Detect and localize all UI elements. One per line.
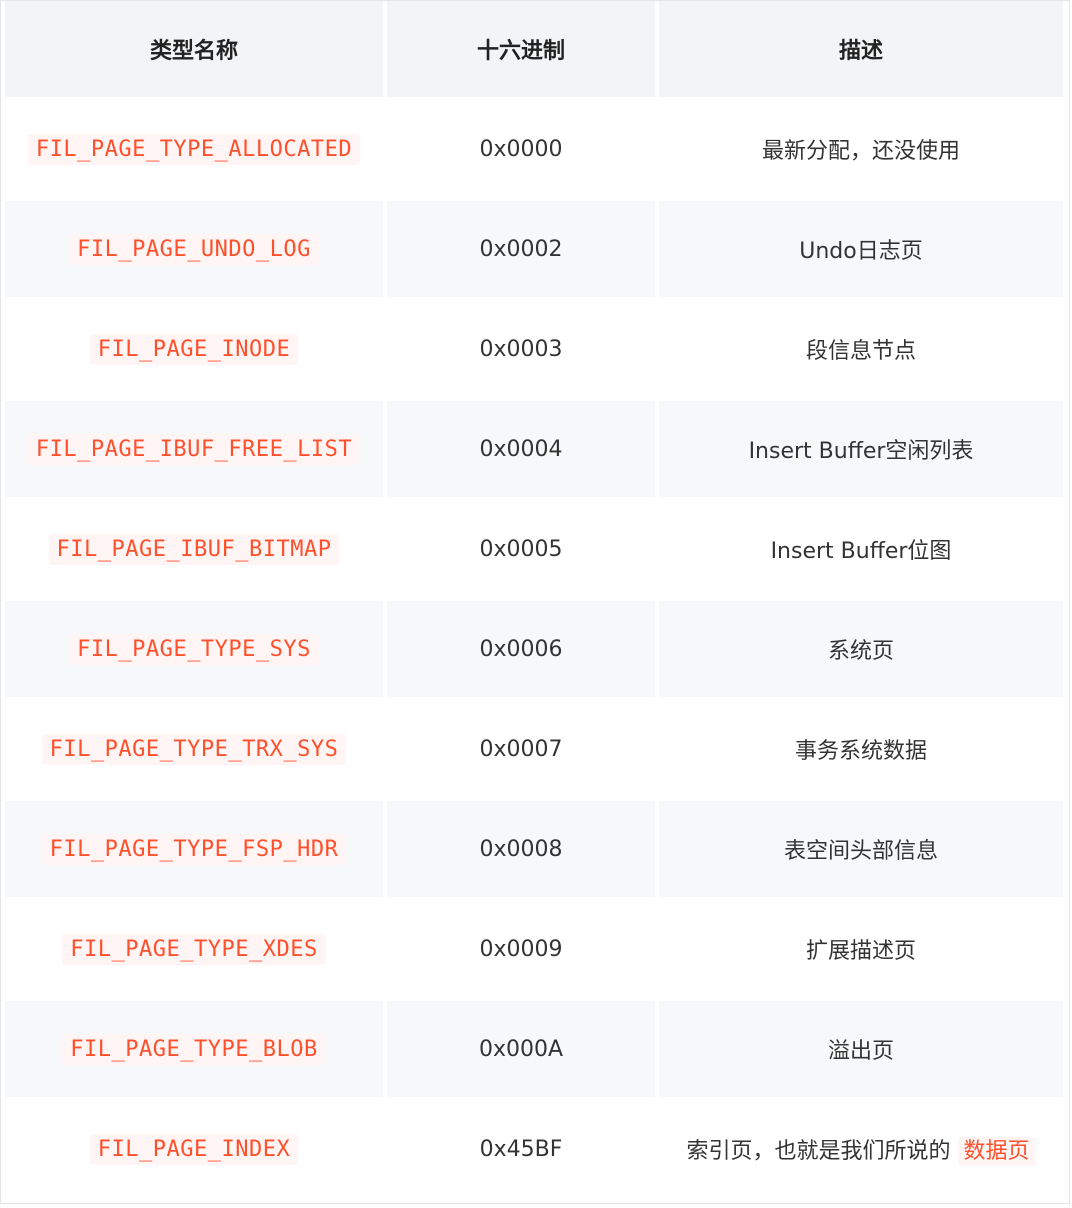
hex-cell: 0x0009 [387, 901, 655, 997]
type-name-cell: FIL_PAGE_INODE [5, 301, 383, 397]
table-row: FIL_PAGE_UNDO_LOG 0x0002 Undo日志页 [5, 201, 1063, 297]
type-name-code: FIL_PAGE_TYPE_FSP_HDR [41, 833, 347, 865]
description-cell: 索引页，也就是我们所说的 数据页 [659, 1101, 1063, 1197]
description-cell: 系统页 [659, 601, 1063, 697]
type-name-code: FIL_PAGE_TYPE_TRX_SYS [41, 733, 347, 765]
hex-cell: 0x0004 [387, 401, 655, 497]
hex-cell: 0x0005 [387, 501, 655, 597]
type-name-cell: FIL_PAGE_TYPE_FSP_HDR [5, 801, 383, 897]
header-description: 描述 [659, 1, 1063, 97]
type-name-cell: FIL_PAGE_TYPE_XDES [5, 901, 383, 997]
description-cell: 最新分配，还没使用 [659, 101, 1063, 197]
table-row: FIL_PAGE_TYPE_BLOB 0x000A 溢出页 [5, 1001, 1063, 1097]
header-hex: 十六进制 [387, 1, 655, 97]
table-row: FIL_PAGE_INODE 0x0003 段信息节点 [5, 301, 1063, 397]
type-name-cell: FIL_PAGE_INDEX [5, 1101, 383, 1197]
table-row: FIL_PAGE_TYPE_ALLOCATED 0x0000 最新分配，还没使用 [5, 101, 1063, 197]
description-cell: 事务系统数据 [659, 701, 1063, 797]
type-name-code: FIL_PAGE_TYPE_ALLOCATED [27, 133, 361, 165]
type-name-cell: FIL_PAGE_IBUF_BITMAP [5, 501, 383, 597]
description-cell: 段信息节点 [659, 301, 1063, 397]
type-name-code: FIL_PAGE_TYPE_BLOB [62, 1033, 326, 1065]
table-row: FIL_PAGE_TYPE_SYS 0x0006 系统页 [5, 601, 1063, 697]
hex-cell: 0x0000 [387, 101, 655, 197]
hex-cell: 0x0003 [387, 301, 655, 397]
header-type-name: 类型名称 [5, 1, 383, 97]
description-cell: Undo日志页 [659, 201, 1063, 297]
type-name-code: FIL_PAGE_UNDO_LOG [69, 233, 319, 265]
hex-cell: 0x0007 [387, 701, 655, 797]
type-name-code: FIL_PAGE_IBUF_BITMAP [48, 533, 340, 565]
type-name-code: FIL_PAGE_TYPE_SYS [69, 633, 319, 665]
description-cell: 扩展描述页 [659, 901, 1063, 997]
type-name-cell: FIL_PAGE_TYPE_BLOB [5, 1001, 383, 1097]
table-row: FIL_PAGE_TYPE_TRX_SYS 0x0007 事务系统数据 [5, 701, 1063, 797]
table-row: FIL_PAGE_TYPE_XDES 0x0009 扩展描述页 [5, 901, 1063, 997]
type-name-cell: FIL_PAGE_TYPE_TRX_SYS [5, 701, 383, 797]
type-name-cell: FIL_PAGE_UNDO_LOG [5, 201, 383, 297]
hex-cell: 0x0008 [387, 801, 655, 897]
description-text: 索引页，也就是我们所说的 [686, 1139, 951, 1164]
table-row: FIL_PAGE_INDEX 0x45BF 索引页，也就是我们所说的 数据页 [5, 1101, 1063, 1197]
table-row: FIL_PAGE_TYPE_FSP_HDR 0x0008 表空间头部信息 [5, 801, 1063, 897]
type-name-code: FIL_PAGE_INDEX [89, 1133, 299, 1165]
type-name-code: FIL_PAGE_IBUF_FREE_LIST [27, 433, 361, 465]
type-name-code: FIL_PAGE_INODE [89, 333, 299, 365]
highlight-data-page: 数据页 [957, 1137, 1036, 1166]
table-row: FIL_PAGE_IBUF_FREE_LIST 0x0004 Insert Bu… [5, 401, 1063, 497]
hex-cell: 0x000A [387, 1001, 655, 1097]
page-type-table: 类型名称 十六进制 描述 FIL_PAGE_TYPE_ALLOCATED 0x0… [1, 0, 1067, 1201]
hex-cell: 0x0002 [387, 201, 655, 297]
hex-cell: 0x45BF [387, 1101, 655, 1197]
type-name-cell: FIL_PAGE_TYPE_ALLOCATED [5, 101, 383, 197]
table-container: 类型名称 十六进制 描述 FIL_PAGE_TYPE_ALLOCATED 0x0… [0, 0, 1070, 1204]
type-name-code: FIL_PAGE_TYPE_XDES [62, 933, 326, 965]
type-name-cell: FIL_PAGE_TYPE_SYS [5, 601, 383, 697]
description-cell: Insert Buffer空闲列表 [659, 401, 1063, 497]
type-name-cell: FIL_PAGE_IBUF_FREE_LIST [5, 401, 383, 497]
description-cell: Insert Buffer位图 [659, 501, 1063, 597]
description-cell: 溢出页 [659, 1001, 1063, 1097]
description-cell: 表空间头部信息 [659, 801, 1063, 897]
table-header-row: 类型名称 十六进制 描述 [5, 1, 1063, 97]
hex-cell: 0x0006 [387, 601, 655, 697]
table-row: FIL_PAGE_IBUF_BITMAP 0x0005 Insert Buffe… [5, 501, 1063, 597]
